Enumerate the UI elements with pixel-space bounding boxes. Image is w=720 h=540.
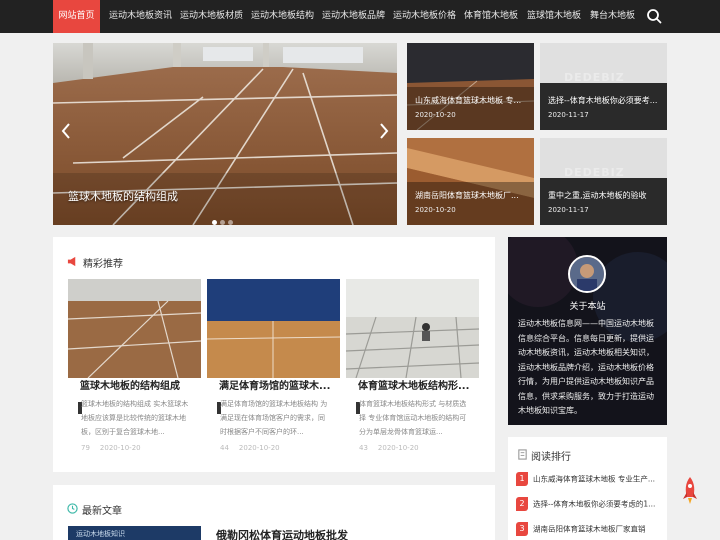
rank-title: 山东威海体育篮球木地板 专业生产... [533,474,656,484]
thumb-card[interactable]: 山东威海体育篮球木地板 专... 2020-10-20 [407,43,534,130]
document-icon [518,449,527,460]
rank-number: 3 [516,522,528,536]
latest-panel: 最新文章 运动木地板知识 俄勒冈松体育运动地板批发 [53,485,495,540]
card-image [346,279,479,378]
featured-panel: 精彩推荐 篮球木地板的结构组成 篮球木地板的结构组成 实木篮球木地板应该算是比较… [53,237,495,472]
card-title[interactable]: 体育篮球木地板结构形... [358,377,473,392]
card-desc: 满足体育场馆的篮球木地板结构 为满足现在体育场馆客户的需求，同时根据客户不同客户… [220,400,328,436]
card-date: 2020-10-20 [99,444,141,452]
thumb-title[interactable]: 湖南岳阳体育篮球木地板厂... [415,190,527,201]
featured-card[interactable]: 体育篮球木地板结构形... 体育篮球木地板结构形式 与材质选择 专业体育馆运动木… [346,279,479,452]
card-title[interactable]: 满足体育场馆的篮球木... [219,377,334,392]
rank-number: 2 [516,497,528,511]
about-title: 关于本站 [569,302,606,312]
hero-slider[interactable]: 篮球木地板的结构组成 [53,43,397,225]
nav-item-price[interactable]: 运动木地板价格 [393,0,456,33]
nav-item-material[interactable]: 运动木地板材质 [180,0,243,33]
thumb-card[interactable]: 湖南岳阳体育篮球木地板厂... 2020-10-20 [407,138,534,225]
ranking-item[interactable]: 2 选择--体育木地板你必须要考虑的1... [516,497,664,511]
rocket-icon[interactable] [680,476,700,506]
nav-item-news[interactable]: 运动木地板资讯 [109,0,172,33]
thumb-date: 2020-11-17 [548,206,589,214]
featured-card[interactable]: 满足体育场馆的篮球木... 满足体育场馆的篮球木地板结构 为满足现在体育场馆客户… [207,279,340,452]
thumb-card[interactable]: DEDEBIZ 重中之重,运动木地板的验收 2020-11-17 [540,138,667,225]
nav-item-structure[interactable]: 运动木地板结构 [251,0,314,33]
thumb-title[interactable]: 重中之重,运动木地板的验收 [548,190,660,201]
views-count: 44 [220,444,229,452]
card-title[interactable]: 篮球木地板的结构组成 [80,377,195,392]
featured-card[interactable]: 篮球木地板的结构组成 篮球木地板的结构组成 实木篮球木地板应该算是比较传统的篮球… [68,279,201,452]
ranking-heading: 阅读排行 [531,452,571,463]
nav-item-brand[interactable]: 运动木地板品牌 [322,0,385,33]
card-desc: 体育篮球木地板结构形式 与材质选择 专业体育馆运动木地板的结构可分为单层龙骨体育… [359,400,467,436]
nav-item-gym[interactable]: 体育馆木地板 [464,0,518,33]
dedebiz-logo: DEDEBIZ [564,71,625,84]
card-meta: 43 2020-10-20 [359,444,429,452]
card-image [207,279,340,378]
clock-icon [67,503,78,514]
rank-number: 1 [516,472,528,486]
latest-thumb-label: 运动木地板知识 [76,530,125,538]
card-date: 2020-10-20 [238,444,280,452]
slider-dot[interactable] [228,220,233,225]
thumb-date: 2020-11-17 [548,111,589,119]
rank-title: 选择--体育木地板你必须要考虑的1... [533,499,656,509]
thumb-date: 2020-10-20 [415,111,456,119]
chevron-right-icon[interactable] [377,121,391,141]
card-image [68,279,201,378]
hero-caption[interactable]: 篮球木地板的结构组成 [68,188,178,204]
chevron-left-icon[interactable] [59,121,73,141]
about-panel: 关于本站 运动木地板信息网——中国运动木地板信息综合平台。信息每日更新，提供运动… [508,237,667,425]
featured-heading: 精彩推荐 [83,259,123,270]
views-count: 79 [81,444,90,452]
search-icon[interactable] [646,8,662,24]
thumb-title[interactable]: 选择--体育木地板你必须要考... [548,95,660,106]
nav-item-home[interactable]: 网站首页 [53,0,100,33]
rank-title: 湖南岳阳体育篮球木地板厂家直销 [533,524,646,534]
slider-dot[interactable] [220,220,225,225]
ranking-item[interactable]: 1 山东威海体育篮球木地板 专业生产... [516,472,664,486]
thumb-title[interactable]: 山东威海体育篮球木地板 专... [415,95,527,106]
megaphone-icon [67,256,76,267]
nav-item-stage[interactable]: 舞台木地板 [590,0,635,33]
card-desc: 篮球木地板的结构组成 实木篮球木地板应该算是比较传统的篮球木地板，区别于复合篮球… [81,400,189,436]
nav-item-basketball[interactable]: 篮球馆木地板 [527,0,581,33]
card-date: 2020-10-20 [377,444,419,452]
ranking-item[interactable]: 3 湖南岳阳体育篮球木地板厂家直销 [516,522,664,536]
thumb-date: 2020-10-20 [415,206,456,214]
avatar [568,255,606,293]
slider-dots [212,210,236,225]
about-text: 运动木地板信息网——中国运动木地板信息综合平台。信息每日更新，提供运动木地板资讯… [518,319,654,415]
top-navigation: 网站首页 运动木地板资讯 运动木地板材质 运动木地板结构 运动木地板品牌 运动木… [0,0,720,33]
ranking-panel: 阅读排行 1 山东威海体育篮球木地板 专业生产... 2 选择--体育木地板你必须要… [508,437,667,540]
card-meta: 44 2020-10-20 [220,444,290,452]
slider-dot[interactable] [212,220,217,225]
thumb-card[interactable]: DEDEBIZ 选择--体育木地板你必须要考... 2020-11-17 [540,43,667,130]
latest-heading: 最新文章 [82,506,122,517]
dedebiz-logo: DEDEBIZ [564,166,625,179]
latest-title[interactable]: 俄勒冈松体育运动地板批发 [216,527,348,540]
latest-thumb[interactable]: 运动木地板知识 [68,526,201,540]
views-count: 43 [359,444,368,452]
card-meta: 79 2020-10-20 [81,444,151,452]
